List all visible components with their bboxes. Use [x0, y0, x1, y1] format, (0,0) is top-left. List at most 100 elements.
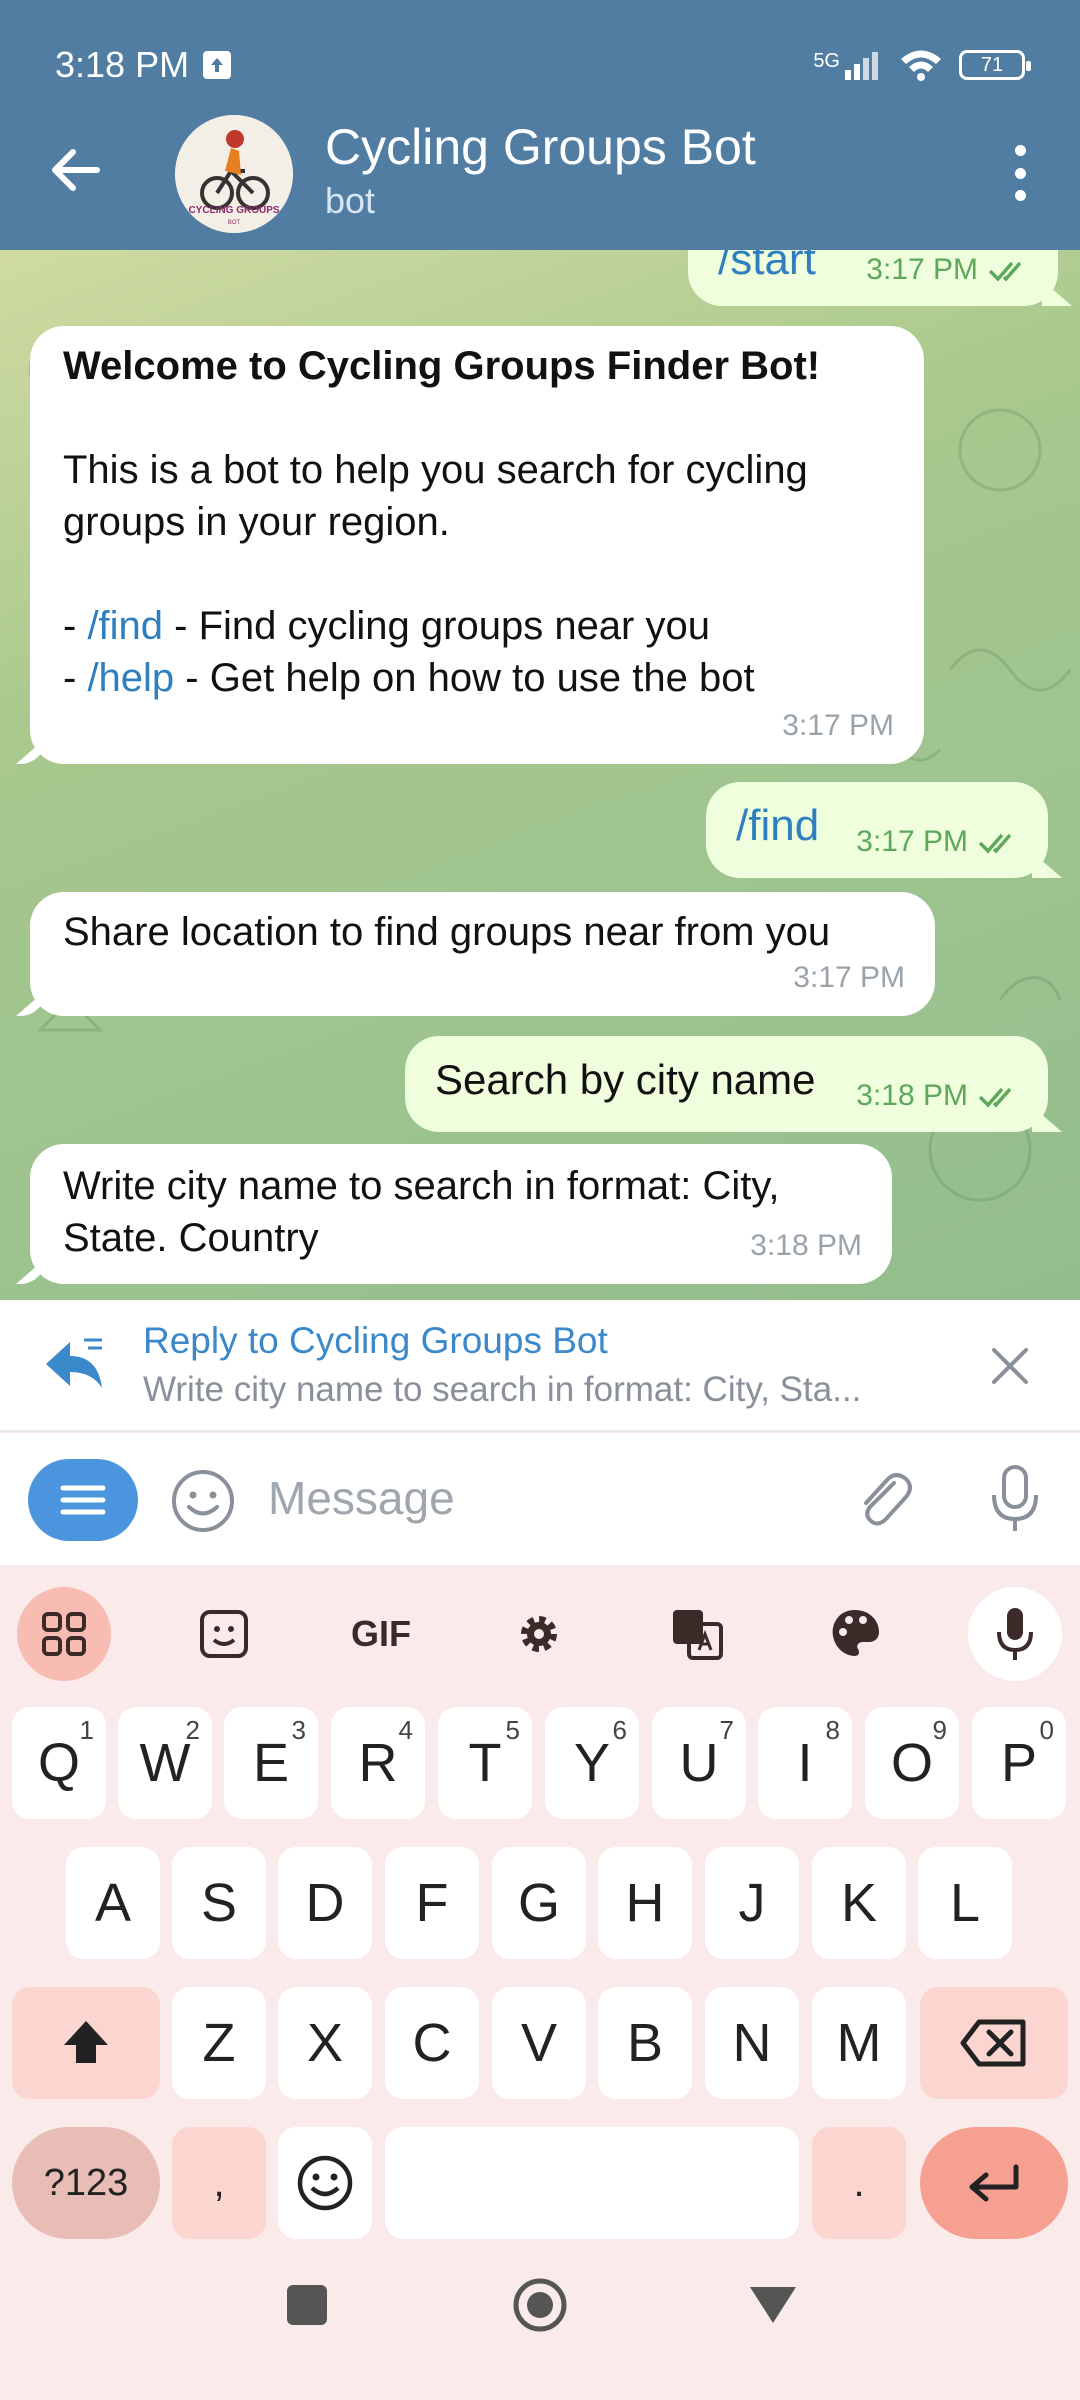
avatar-logo-text: CYCLING GROUPS — [188, 205, 279, 216]
message-text: Search by city name — [435, 1056, 816, 1103]
incoming-message[interactable]: Write city name to search in format: Cit… — [30, 1144, 892, 1284]
chat-history[interactable]: /start 3:17 PM Welcome to Cycling Groups… — [0, 250, 1080, 1300]
message-text[interactable]: /find — [736, 800, 819, 852]
status-bar: 3:18 PM 5G 71 — [55, 40, 1031, 90]
key-label: W — [139, 1733, 191, 1793]
close-icon[interactable] — [988, 1344, 1032, 1388]
back-arrow-icon[interactable] — [45, 140, 105, 200]
microphone-icon[interactable] — [980, 1463, 1050, 1535]
gif-button[interactable]: GIF — [334, 1587, 428, 1681]
key-l[interactable]: L — [918, 1847, 1012, 1959]
outgoing-message[interactable]: Search by city name 3:18 PM — [405, 1036, 1048, 1132]
message-composer — [0, 1433, 1080, 1565]
incoming-message[interactable]: Welcome to Cycling Groups Finder Bot! Th… — [30, 326, 924, 764]
bot-menu-button[interactable] — [28, 1459, 138, 1541]
comma-key[interactable]: , — [172, 2127, 266, 2239]
period-key[interactable]: . — [812, 2127, 906, 2239]
key-f[interactable]: F — [385, 1847, 479, 1959]
incoming-message[interactable]: Share location to find groups near from … — [30, 892, 935, 1016]
command-description: - Get help on how to use the bot — [174, 656, 755, 700]
key-r[interactable]: R4 — [331, 1707, 425, 1819]
network-type: 5G — [813, 50, 840, 72]
message-time: 3:17 PM — [782, 709, 894, 742]
key-d[interactable]: D — [278, 1847, 372, 1959]
message-input[interactable] — [268, 1463, 808, 1533]
key-a[interactable]: A — [66, 1847, 160, 1959]
message-time: 3:18 PM — [750, 1229, 862, 1262]
recents-button[interactable] — [287, 2285, 327, 2325]
emoji-icon[interactable] — [170, 1468, 236, 1534]
key-c[interactable]: C — [385, 1987, 479, 2099]
key-b[interactable]: B — [598, 1987, 692, 2099]
key-m[interactable]: M — [812, 1987, 906, 2099]
key-label: Y — [573, 1733, 611, 1793]
key-label: T — [468, 1733, 502, 1793]
translate-icon[interactable] — [650, 1587, 744, 1681]
list-dash: - — [63, 604, 88, 648]
apps-grid-icon[interactable] — [17, 1587, 111, 1681]
palette-icon[interactable] — [808, 1587, 902, 1681]
home-button[interactable] — [510, 2275, 570, 2335]
key-label: R — [358, 1733, 398, 1793]
bot-avatar[interactable]: CYCLING GROUPS BOT — [175, 115, 293, 233]
paperclip-icon[interactable] — [850, 1465, 916, 1531]
shift-icon — [64, 2021, 108, 2063]
key-hint: 0 — [1039, 1715, 1054, 1745]
key-q[interactable]: Q1 — [12, 1707, 106, 1819]
shift-key[interactable] — [12, 1987, 160, 2099]
message-text[interactable]: /start — [718, 250, 816, 286]
key-i[interactable]: I8 — [758, 1707, 852, 1819]
double-check-icon — [988, 261, 1022, 282]
settings-gear-icon[interactable] — [492, 1587, 586, 1681]
chat-title[interactable]: Cycling Groups Bot — [325, 118, 756, 176]
key-v[interactable]: V — [492, 1987, 586, 2099]
key-h[interactable]: H — [598, 1847, 692, 1959]
key-j[interactable]: J — [705, 1847, 799, 1959]
backspace-key[interactable] — [920, 1987, 1068, 2099]
find-command-link[interactable]: /find — [87, 604, 163, 648]
back-button[interactable] — [748, 2285, 798, 2325]
reply-quoted-text: Write city name to search in format: Cit… — [143, 1370, 862, 1409]
key-w[interactable]: W2 — [118, 1707, 212, 1819]
key-hint: 5 — [505, 1715, 520, 1745]
message-text: Write city name to search in format: Cit… — [63, 1164, 780, 1208]
key-z[interactable]: Z — [172, 1987, 266, 2099]
key-x[interactable]: X — [278, 1987, 372, 2099]
key-hint: 1 — [79, 1715, 94, 1745]
signal-icon: 5G — [813, 50, 883, 80]
chat-subtitle: bot — [325, 180, 376, 221]
key-n[interactable]: N — [705, 1987, 799, 2099]
key-t[interactable]: T5 — [438, 1707, 532, 1819]
wifi-icon — [901, 50, 941, 81]
message-time: 3:17 PM — [856, 825, 968, 858]
emoji-key[interactable] — [278, 2127, 372, 2239]
key-hint: 6 — [612, 1715, 627, 1745]
gif-label: GIF — [351, 1613, 411, 1654]
key-k[interactable]: K — [812, 1847, 906, 1959]
key-e[interactable]: E3 — [224, 1707, 318, 1819]
command-line-help: - /help - Get help on how to use the bot — [63, 652, 820, 704]
key-s[interactable]: S — [172, 1847, 266, 1959]
key-y[interactable]: Y6 — [545, 1707, 639, 1819]
key-g[interactable]: G — [492, 1847, 586, 1959]
enter-key[interactable] — [920, 2127, 1068, 2239]
battery-icon: 71 — [959, 50, 1031, 80]
key-u[interactable]: U7 — [652, 1707, 746, 1819]
more-menu-icon[interactable] — [1010, 145, 1030, 201]
outgoing-message[interactable]: /start 3:17 PM — [688, 250, 1058, 306]
outgoing-message[interactable]: /find 3:17 PM — [706, 782, 1048, 878]
command-line-find: - /find - Find cycling groups near you — [63, 600, 820, 652]
help-command-link[interactable]: /help — [87, 656, 174, 700]
key-hint: 9 — [932, 1715, 947, 1745]
reply-icon — [46, 1338, 102, 1388]
key-hint: 7 — [719, 1715, 734, 1745]
space-bar[interactable] — [385, 2127, 799, 2239]
reply-preview-bar[interactable]: Reply to Cycling Groups Bot Write city n… — [0, 1300, 1080, 1432]
avatar-logo-subtext: BOT — [228, 220, 241, 226]
key-p[interactable]: P0 — [972, 1707, 1066, 1819]
key-o[interactable]: O9 — [865, 1707, 959, 1819]
symbols-key[interactable]: ?123 — [12, 2127, 160, 2239]
voice-input-icon[interactable] — [968, 1587, 1062, 1681]
sticker-icon[interactable] — [177, 1587, 271, 1681]
key-hint: 2 — [185, 1715, 200, 1745]
